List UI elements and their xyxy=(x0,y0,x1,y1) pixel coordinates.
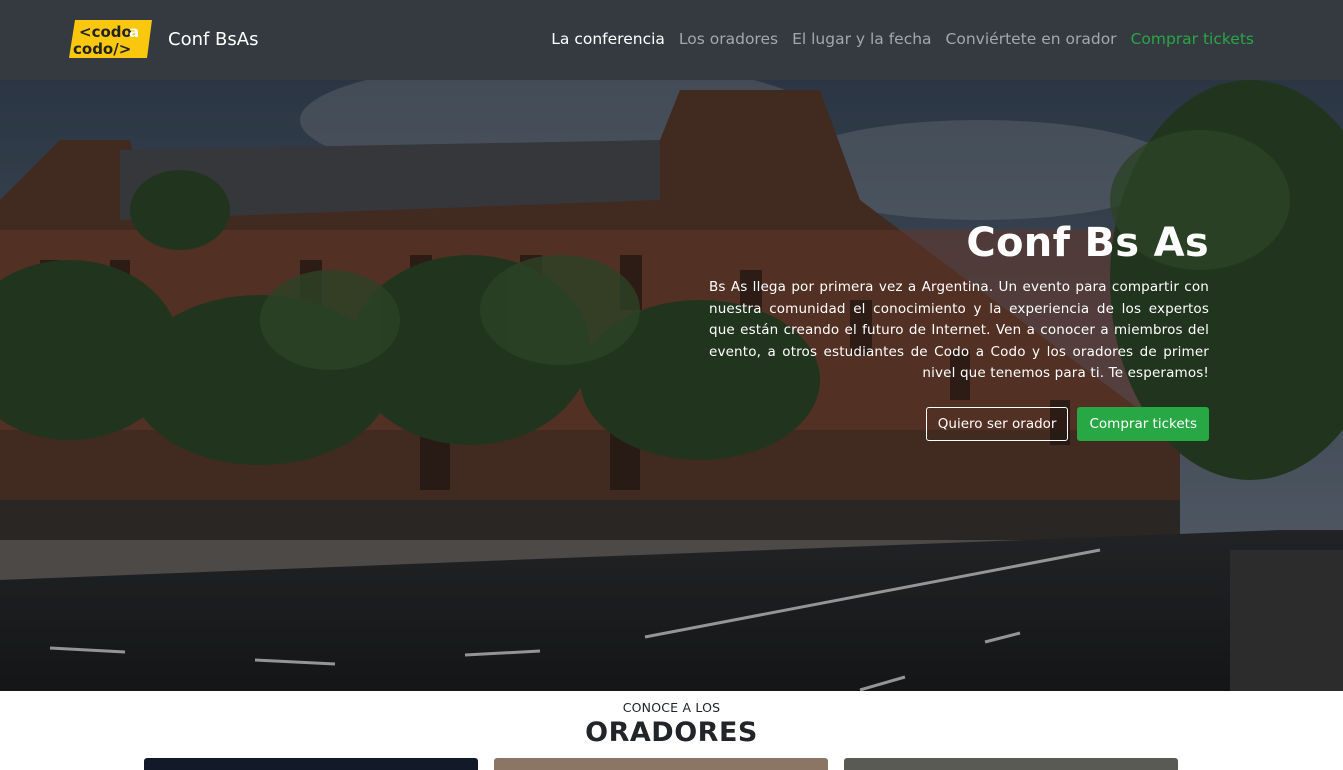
speakers-title: ORADORES xyxy=(585,717,758,748)
svg-text:a: a xyxy=(129,23,139,41)
hero-description: Bs As llega por primera vez a Argentina.… xyxy=(709,279,1209,381)
svg-text:<codo: <codo xyxy=(79,23,132,41)
hero-content: Conf Bs As Bs As llega por primera vez a… xyxy=(709,220,1209,441)
want-to-be-speaker-button[interactable]: Quiero ser orador xyxy=(925,406,1069,441)
speakers-kicker: CONOCE A LOS xyxy=(622,700,721,715)
svg-text:codo/>: codo/> xyxy=(73,40,131,58)
hero-title: Conf Bs As xyxy=(966,220,1209,266)
hero-buttons: Quiero ser orador Comprar tickets xyxy=(709,406,1209,441)
hero-section: Conf Bs As Bs As llega por primera vez a… xyxy=(0,80,1343,691)
nav-link-los-oradores[interactable]: Los oradores xyxy=(679,30,778,48)
nav-link-conviertete-en-orador[interactable]: Conviértete en orador xyxy=(946,30,1117,48)
nav-link-el-lugar-y-la-fecha[interactable]: El lugar y la fecha xyxy=(792,30,931,48)
speaker-card[interactable] xyxy=(144,758,478,770)
buy-tickets-button[interactable]: Comprar tickets xyxy=(1077,406,1209,441)
speaker-card[interactable] xyxy=(844,758,1178,770)
nav-link-la-conferencia[interactable]: La conferencia xyxy=(551,30,665,48)
navbar: <codo a codo/> Conf BsAs La conferencia … xyxy=(0,0,1343,80)
speakers-section: CONOCE A LOS ORADORES xyxy=(0,691,1343,770)
codo-a-codo-logo[interactable]: <codo a codo/> xyxy=(69,19,152,59)
nav-link-comprar-tickets[interactable]: Comprar tickets xyxy=(1131,30,1254,48)
main-nav: La conferencia Los oradores El lugar y l… xyxy=(551,30,1254,48)
speaker-card[interactable] xyxy=(494,758,828,770)
brand-name[interactable]: Conf BsAs xyxy=(168,29,258,50)
